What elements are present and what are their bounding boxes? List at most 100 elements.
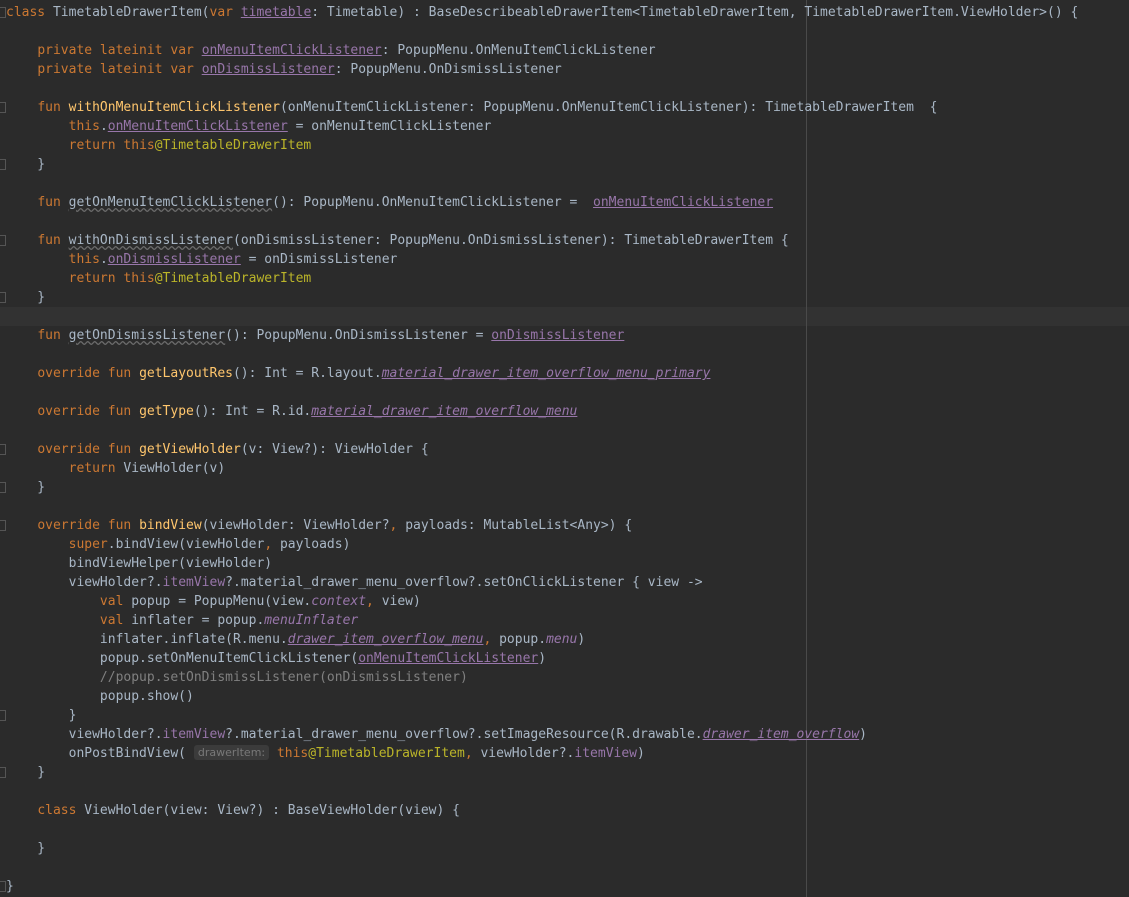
code-token: getOnMenuItemClickListener [68,195,273,210]
code-token: view) [381,594,421,609]
code-line[interactable]: viewHolder?.itemView?.material_drawer_me… [0,725,1129,744]
code-token: private lateinit var [37,62,202,77]
code-line[interactable]: } [0,706,1129,725]
code-token: (): Int = R.layout. [232,366,382,381]
code-line[interactable]: val popup = PopupMenu(view.context, view… [0,592,1129,611]
code-line[interactable]: override fun getViewHolder(v: View?): Vi… [0,440,1129,459]
code-line[interactable]: override fun getLayoutRes(): Int = R.lay… [0,364,1129,383]
code-line[interactable]: return this@TimetableDrawerItem [0,269,1129,288]
code-token: drawer_item_overflow_menu [287,632,484,647]
code-line-text: } [6,478,45,497]
code-editor[interactable]: class TimetableDrawerItem(var timetable:… [0,0,1129,897]
code-line[interactable]: } [0,839,1129,858]
code-token: (onMenuItemClickListener: PopupMenu.OnMe… [279,100,938,115]
code-line[interactable]: return ViewHolder(v) [0,459,1129,478]
code-line[interactable]: class ViewHolder(view: View?) : BaseView… [0,801,1129,820]
code-line-text: fun getOnMenuItemClickListener(): PopupM… [6,193,773,212]
code-token: context [311,594,367,609]
code-line[interactable] [0,212,1129,231]
code-line[interactable]: private lateinit var onMenuItemClickList… [0,41,1129,60]
code-line[interactable] [0,383,1129,402]
code-line[interactable] [0,421,1129,440]
code-token: : PopupMenu.OnMenuItemClickListener [381,43,656,58]
code-line[interactable] [0,174,1129,193]
code-line[interactable] [0,782,1129,801]
code-token: onDismissListener [491,328,625,343]
code-line[interactable]: super.bindView(viewHolder, payloads) [0,535,1129,554]
code-area[interactable]: class TimetableDrawerItem(var timetable:… [0,3,1129,896]
code-line[interactable]: val inflater = popup.menuInflater [0,611,1129,630]
code-line[interactable] [0,307,1129,326]
code-line[interactable]: return this@TimetableDrawerItem [0,136,1129,155]
code-line[interactable]: class TimetableDrawerItem(var timetable:… [0,3,1129,22]
code-line[interactable]: bindViewHelper(viewHolder) [0,554,1129,573]
code-line[interactable]: //popup.setOnDismissListener(onDismissLi… [0,668,1129,687]
code-token: bindViewHelper(viewHolder) [6,556,273,571]
code-line[interactable]: } [0,478,1129,497]
code-line-text: popup.setOnMenuItemClickListener(onMenuI… [6,649,546,668]
code-token: payloads: MutableList<Any>) { [405,518,633,533]
code-token: ViewHolder(view: View?) : BaseViewHolder… [84,803,460,818]
code-token: inflater.inflate(R.menu. [6,632,288,647]
code-line[interactable] [0,497,1129,516]
code-token: popup. [499,632,547,647]
code-token: class [6,5,53,20]
code-token: @TimetableDrawerItem [308,746,465,761]
code-token: getViewHolder [139,442,241,457]
code-token: onDismissListener [201,62,335,77]
code-token: menuInflater [264,613,359,628]
code-line[interactable]: fun getOnMenuItemClickListener(): PopupM… [0,193,1129,212]
code-token: withOnMenuItemClickListener [68,100,280,115]
code-token: , [483,632,500,647]
code-line[interactable]: popup.setOnMenuItemClickListener(onMenuI… [0,649,1129,668]
code-line[interactable] [0,345,1129,364]
code-line[interactable]: override fun getType(): Int = R.id.mater… [0,402,1129,421]
code-line-text: } [6,763,45,782]
code-line[interactable] [0,22,1129,41]
code-token: material_drawer_item_overflow_menu [311,404,578,419]
code-line[interactable] [0,79,1129,98]
code-token: } [6,290,46,305]
code-line[interactable] [0,820,1129,839]
code-line[interactable]: } [0,155,1129,174]
code-line[interactable]: popup.show() [0,687,1129,706]
code-token: this [68,252,100,267]
code-line[interactable]: fun withOnMenuItemClickListener(onMenuIt… [0,98,1129,117]
code-token: (onDismissListener: PopupMenu.OnDismissL… [233,233,789,248]
code-line[interactable]: } [0,288,1129,307]
code-line[interactable]: this.onMenuItemClickListener = onMenuIte… [0,117,1129,136]
code-line[interactable]: this.onDismissListener = onDismissListen… [0,250,1129,269]
code-token: onMenuItemClickListener [201,43,382,58]
code-line[interactable]: } [0,763,1129,782]
code-token: onMenuItemClickListener [358,651,539,666]
code-line[interactable]: fun withOnDismissListener(onDismissListe… [0,231,1129,250]
code-token: (): Int = R.id. [193,404,312,419]
code-line[interactable]: private lateinit var onDismissListener: … [0,60,1129,79]
code-token: val [99,594,132,609]
code-line[interactable]: override fun bindView(viewHolder: ViewHo… [0,516,1129,535]
code-line-text: fun withOnDismissListener(onDismissListe… [6,231,789,250]
code-line[interactable]: viewHolder?.itemView?.material_drawer_me… [0,573,1129,592]
code-line[interactable] [0,858,1129,877]
code-token: override fun [37,404,140,419]
code-line-text: } [6,288,45,307]
code-line[interactable]: onPostBindView( drawerItem: this@Timetab… [0,744,1129,763]
code-token: override fun [37,518,140,533]
code-line-text: override fun getLayoutRes(): Int = R.lay… [6,364,710,383]
code-line[interactable]: inflater.inflate(R.menu.drawer_item_over… [0,630,1129,649]
code-token: ViewHolder(v) [123,461,226,476]
code-token: menu [546,632,578,647]
code-line[interactable]: } [0,877,1129,896]
code-token: fun [37,100,69,115]
code-token: } [6,157,46,172]
code-line-text: return this@TimetableDrawerItem [6,269,312,288]
code-line[interactable]: fun getOnDismissListener(): PopupMenu.On… [0,326,1129,345]
